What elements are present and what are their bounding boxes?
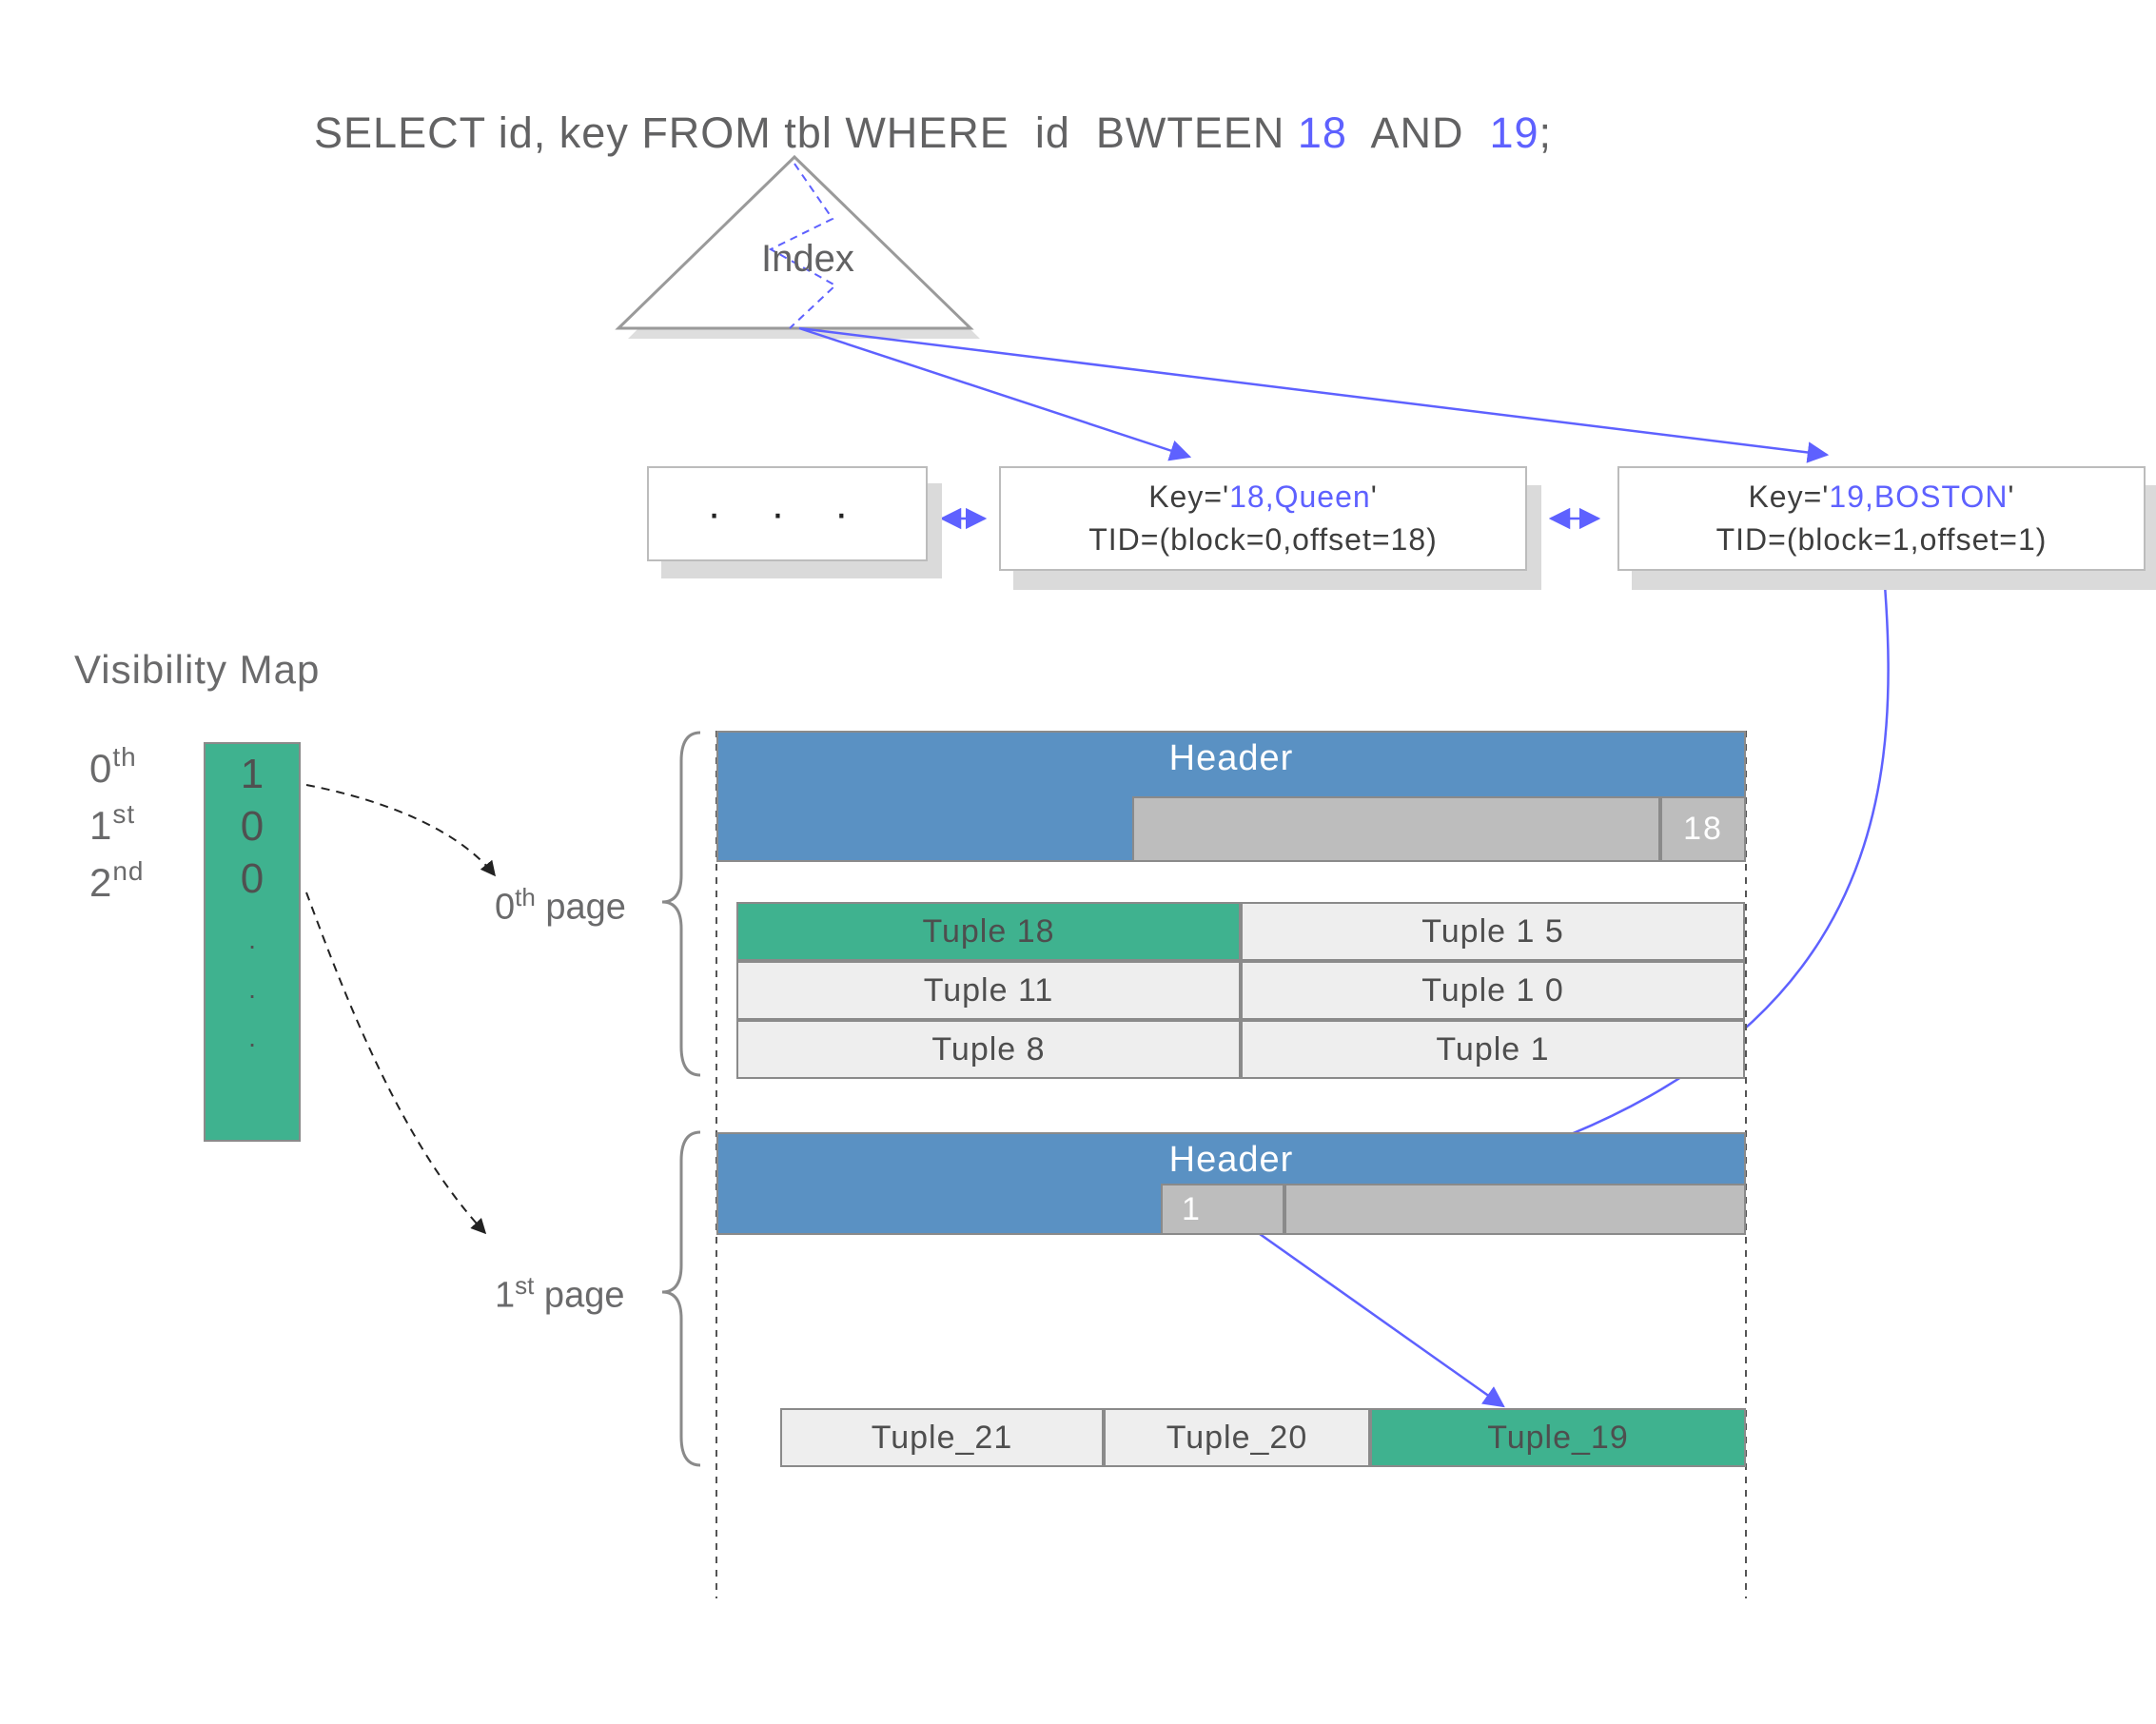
vm-bit-0: 1 [206, 748, 299, 800]
leaf-dots-text: · · · [707, 490, 867, 538]
vm-dot-a: · [206, 930, 299, 962]
leaf-node-2: Key='19,BOSTON' TID=(block=1,offset=1) [1617, 466, 2146, 571]
page-label-0: 0th page [495, 883, 626, 929]
sql-mid: AND [1347, 108, 1490, 157]
page1-pointer-label: 1 [1182, 1191, 1202, 1228]
page1-header-label: Header [718, 1134, 1744, 1181]
vm-ord-0: 0th [89, 744, 137, 792]
page0-tuple-11: Tuple 11 [736, 961, 1241, 1020]
leaf-node-dots: · · · [647, 466, 928, 561]
page0-tuple-1: Tuple 1 [1241, 1020, 1745, 1079]
vm-dot-c: · [206, 1028, 299, 1060]
vm-ord-1: 1st [89, 801, 135, 849]
page0-pointer-18: 18 [1660, 796, 1746, 862]
diagram-stage: SELECT id, key FROM tbl WHERE id BWTEEN … [0, 0, 2156, 1724]
sql-query: SELECT id, key FROM tbl WHERE id BWTEEN … [263, 59, 1552, 207]
leaf-n2-key: Key='19,BOSTON' [1619, 476, 2144, 519]
index-label: Index [761, 238, 854, 281]
leaf-n1-tid: TID=(block=0,offset=18) [1001, 519, 1525, 561]
page1-tuple-20: Tuple_20 [1104, 1408, 1370, 1467]
leaf-n2-tid: TID=(block=1,offset=1) [1619, 519, 2144, 561]
vm-dot-b: · [206, 979, 299, 1011]
page1-pointer-strip [1284, 1184, 1746, 1235]
vm-ord-2: 2nd [89, 858, 145, 906]
visibility-map-title: Visibility Map [74, 647, 320, 693]
sql-literal-2: 19 [1489, 108, 1539, 157]
page0-tuple-18: Tuple 18 [736, 902, 1241, 961]
page1-tuple-21: Tuple_21 [780, 1408, 1104, 1467]
sql-suffix: ; [1539, 108, 1553, 157]
page1-tuple-19: Tuple_19 [1370, 1408, 1746, 1467]
leaf-node-1: Key='18,Queen' TID=(block=0,offset=18) [999, 466, 1527, 571]
sql-prefix: SELECT id, key FROM tbl WHERE id BWTEEN [314, 108, 1298, 157]
leaf-n1-key: Key='18,Queen' [1001, 476, 1525, 519]
page0-header-label: Header [718, 733, 1744, 779]
visibility-map-strip: 1 0 0 · · · [204, 742, 301, 1142]
vm-bit-1: 0 [206, 800, 299, 852]
page0-pointer-strip [1132, 796, 1660, 862]
sql-literal-1: 18 [1298, 108, 1347, 157]
page-label-1: 1st page [495, 1271, 624, 1317]
vm-bit-2: 0 [206, 852, 299, 905]
page0-tuple-15: Tuple 1 5 [1241, 902, 1745, 961]
page1-pointer-1: 1 [1161, 1184, 1284, 1235]
page0-tuple-8: Tuple 8 [736, 1020, 1241, 1079]
page0-tuple-10: Tuple 1 0 [1241, 961, 1745, 1020]
page0-pointer-label: 18 [1683, 811, 1723, 848]
